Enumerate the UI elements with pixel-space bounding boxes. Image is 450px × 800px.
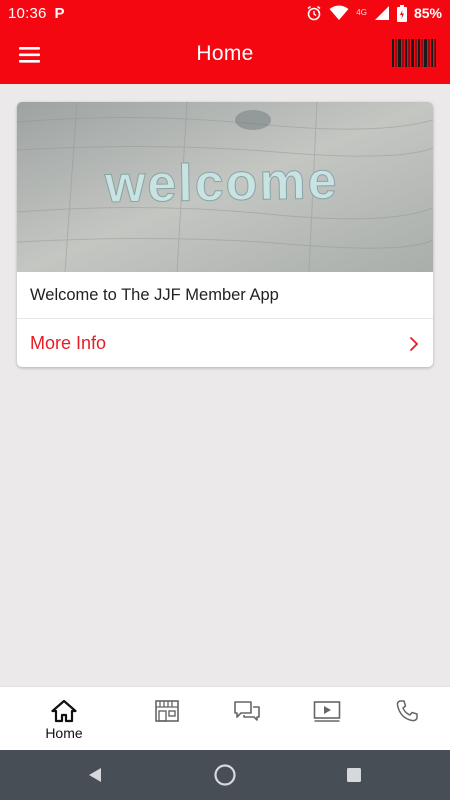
battery-percent: 85%	[413, 5, 442, 21]
signal-icon	[374, 6, 389, 20]
chat-icon	[234, 701, 260, 721]
status-time: 10:36	[8, 4, 47, 22]
page-title: Home	[196, 42, 254, 65]
more-info-link[interactable]: More Info	[17, 319, 433, 367]
barcode-icon	[390, 36, 438, 70]
nav-item-chat[interactable]	[207, 687, 287, 750]
status-bar: 10:36 P 4G 85%	[0, 0, 450, 26]
nav-item-home[interactable]: Home	[24, 687, 104, 750]
recent-apps-icon[interactable]	[346, 767, 362, 783]
store-icon	[155, 700, 179, 722]
alarm-icon	[307, 5, 321, 21]
phone-icon	[396, 700, 418, 722]
battery-icon	[396, 4, 407, 22]
nav-item-video[interactable]	[287, 687, 367, 750]
barcode-button[interactable]	[390, 36, 438, 70]
card-title: Welcome to The JJF Member App	[30, 286, 279, 304]
home-circle-icon[interactable]	[213, 763, 237, 787]
chevron-right-icon	[410, 337, 419, 351]
nav-label-home: Home	[45, 725, 83, 741]
banner-welcome-text: welcome	[103, 152, 339, 214]
welcome-card[interactable]: welcome Welcome to The JJF Member App Mo…	[17, 102, 433, 367]
video-icon	[313, 701, 341, 722]
system-nav-bar	[0, 750, 450, 800]
bottom-nav: Home	[0, 686, 450, 750]
network-type-label: 4G	[356, 8, 367, 17]
nav-item-store[interactable]	[127, 687, 207, 750]
back-icon[interactable]	[86, 766, 104, 784]
welcome-banner-image: welcome	[17, 102, 433, 272]
nav-item-phone[interactable]	[367, 687, 447, 750]
app-bar: Home	[0, 26, 450, 84]
parking-notification-icon: P	[54, 4, 65, 22]
wifi-icon	[329, 5, 349, 20]
home-icon	[51, 699, 77, 723]
more-info-label: More Info	[30, 333, 107, 353]
